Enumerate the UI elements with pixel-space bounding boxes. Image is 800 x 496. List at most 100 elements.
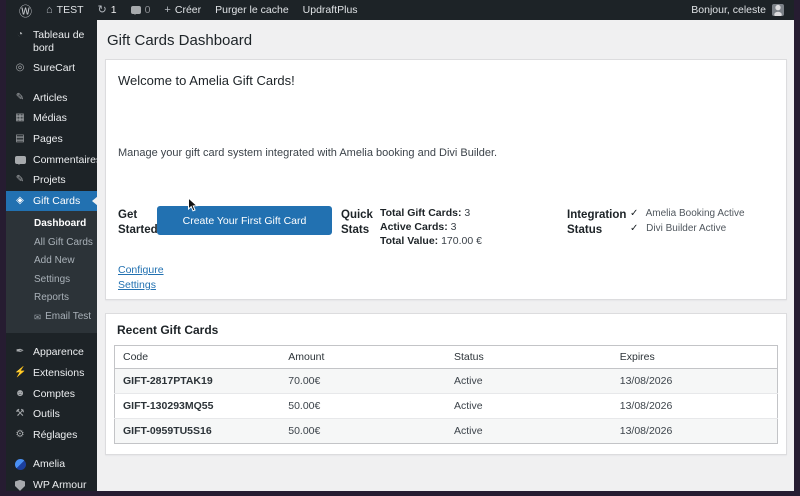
cell-status: Active [446,393,612,419]
recent-gift-cards-panel: Recent Gift Cards Code Amount Status Exp… [105,313,787,455]
sidebar-item-label: Tableau de bord [33,29,85,54]
sidebar-separator [6,333,97,342]
main-content: Gift Cards Dashboard Welcome to Amelia G… [97,20,794,491]
submenu-item-email-test[interactable]: ✉ Email Test [6,308,97,327]
integration-status-list: ✓ Amelia Booking Active ✓ Divi Builder A… [630,206,745,236]
wordpress-menu-button[interactable]: Ⓦ [12,0,39,20]
comments-link[interactable]: 0 [124,0,158,20]
sidebar-item-label: Articles [33,91,68,104]
admin-sidebar: ◔ Tableau de bord ◎ SureCart ✎ Articles … [6,20,97,491]
sidebar-item-gift-cards[interactable]: ◈ Gift Cards [6,190,97,212]
site-name-link[interactable]: ⌂ TEST [39,0,91,20]
new-content-label: Créer [174,4,202,16]
sidebar-item-reglages[interactable]: ⚙ Réglages [6,425,97,446]
sidebar-item-label: SureCart [33,62,76,75]
welcome-panel: Welcome to Amelia Gift Cards! Manage you… [105,59,787,300]
updates-link[interactable]: ↻ 1 [91,0,124,20]
cell-code: GIFT-2817PTAK19 [114,368,281,394]
sidebar-item-label: Pages [33,132,63,145]
cell-status: Active [446,418,612,444]
cell-amount: 50.00€ [280,393,446,419]
projects-pin-icon: ✎ [15,174,25,186]
avatar [772,4,784,16]
sidebar-item-label: Apparence [33,346,84,359]
cell-expires: 13/08/2026 [611,393,778,419]
submenu-item-reports[interactable]: Reports [6,289,97,308]
plus-icon: + [164,3,171,16]
comments-count: 0 [144,4,151,16]
recent-gift-cards-heading: Recent Gift Cards [117,323,219,337]
submenu-item-all-gift-cards[interactable]: All Gift Cards [6,234,97,253]
greeting-label: Bonjour, celeste [691,4,766,16]
tools-wrench-icon: ⚒ [15,408,25,420]
sidebar-item-medias[interactable]: ▦ Médias [6,108,97,129]
sidebar-separator [6,445,97,454]
site-name-label: TEST [56,4,84,16]
sidebar-item-comptes[interactable]: ☻ Comptes [6,384,97,405]
sidebar-item-label: Extensions [33,366,85,379]
table-row: GIFT-2817PTAK19 70.00€ Active 13/08/2026 [114,368,778,394]
configure-settings-link[interactable]: Configure Settings [118,263,170,292]
welcome-heading: Welcome to Amelia Gift Cards! [118,73,295,88]
sidebar-item-projets[interactable]: ✎ Projets [6,170,97,191]
plugins-icon: ⚡ [14,366,27,378]
sidebar-item-pages[interactable]: ▤ Pages [6,129,97,150]
sidebar-item-amelia[interactable]: Amelia [6,454,97,475]
wordpress-logo-icon: Ⓦ [19,3,33,19]
stat-total-value: Total Value: 170.00 € [380,235,482,247]
cell-amount: 50.00€ [280,418,446,444]
sidebar-item-label: Amelia [33,458,66,471]
users-icon: ☻ [14,387,26,399]
sidebar-item-label: Comptes [33,387,76,400]
submenu-item-settings[interactable]: Settings [6,271,97,290]
appearance-brush-icon: ✒ [15,346,25,358]
sidebar-item-label: Médias [33,112,67,125]
dashboard-icon: ◔ [16,29,24,40]
sidebar-item-commentaires[interactable]: Commentaires [6,150,97,171]
account-menu[interactable]: Bonjour, celeste [691,4,788,16]
cell-amount: 70.00€ [280,368,446,394]
sidebar-item-surecart[interactable]: ◎ SureCart [6,58,97,79]
sidebar-item-tableau-de-bord[interactable]: ◔ Tableau de bord [6,25,97,58]
new-content-button[interactable]: + Créer [157,0,208,20]
checkmark-icon: ✓ [630,223,639,234]
sidebar-item-articles[interactable]: ✎ Articles [6,88,97,109]
sidebar-item-label: Réglages [33,428,78,441]
updraftplus-menu[interactable]: UpdraftPlus [296,0,365,20]
updraftplus-label: UpdraftPlus [302,4,358,16]
sidebar-item-wp-armour[interactable]: WP Armour [6,475,97,491]
amelia-logo-icon [14,459,26,471]
checkmark-icon: ✓ [630,208,639,219]
column-header-amount: Amount [280,345,446,369]
cell-code: GIFT-130293MQ55 [114,393,281,419]
sidebar-separator [6,79,97,88]
column-header-code: Code [114,345,281,369]
cell-code: GIFT-0959TU5S16 [114,418,281,444]
submenu-item-add-new[interactable]: Add New [6,252,97,271]
sidebar-item-label: Gift Cards [33,194,81,207]
settings-icon: ⚙ [15,428,25,440]
comments-icon [130,6,141,15]
sidebar-item-apparence[interactable]: ✒ Apparence [6,342,97,363]
purge-cache-button[interactable]: Purger le cache [208,0,296,20]
welcome-description: Manage your gift card system integrated … [118,147,498,159]
column-header-status: Status [446,345,612,369]
purge-cache-label: Purger le cache [215,4,289,16]
sidebar-item-label: Commentaires [33,153,97,166]
cell-status: Active [446,368,612,394]
create-first-gift-card-button[interactable]: Create Your First Gift Card [157,206,332,235]
sidebar-item-outils[interactable]: ⚒ Outils [6,404,97,425]
email-test-icon: ✉ [34,311,42,322]
surecart-icon: ◎ [15,62,25,74]
sidebar-item-extensions[interactable]: ⚡ Extensions [6,363,97,384]
updates-count: 1 [110,4,117,16]
post-pin-icon: ✎ [15,91,25,103]
updates-icon: ↻ [97,3,107,16]
integration-amelia: ✓ Amelia Booking Active [630,208,745,219]
integration-status-heading: Integration Status [567,209,627,236]
column-header-expires: Expires [611,345,778,369]
home-icon: ⌂ [46,3,53,16]
admin-bar: Ⓦ ⌂ TEST ↻ 1 0 + Créer Purger le cache U… [6,0,794,20]
table-header-row: Code Amount Status Expires [114,345,778,369]
submenu-item-dashboard[interactable]: Dashboard [6,215,97,234]
